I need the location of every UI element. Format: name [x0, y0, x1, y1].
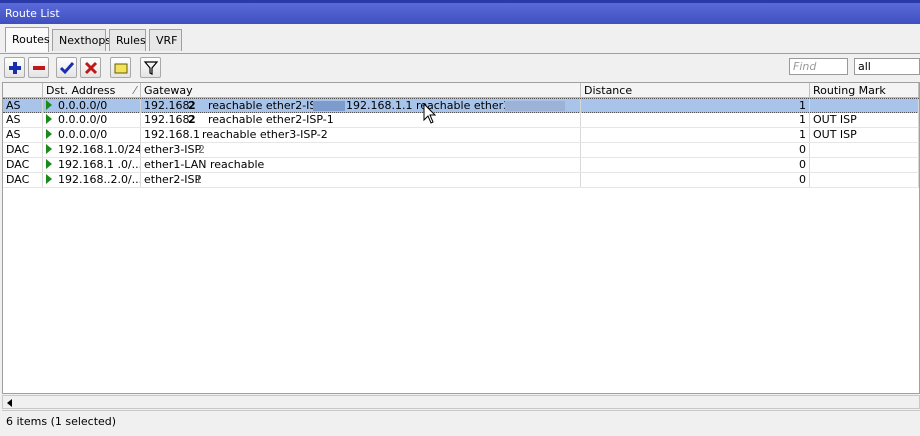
enable-button[interactable] [56, 57, 77, 78]
active-route-icon [46, 114, 52, 124]
horizontal-scrollbar[interactable] [2, 395, 920, 409]
status-bar: 6 items (1 selected) [2, 410, 920, 432]
comment-button[interactable] [110, 57, 131, 78]
active-route-icon [46, 129, 52, 139]
find-input[interactable] [789, 58, 848, 75]
scroll-left-icon[interactable] [7, 399, 12, 407]
row-gateway: 192.168. 2 reachable ether2-ISP 192.168.… [141, 99, 581, 113]
table-row[interactable]: DAC 192.168.1 .0/... ether1-LAN reachabl… [3, 158, 919, 173]
tab-vrf[interactable]: VRF [149, 29, 182, 51]
redacted-block [505, 101, 565, 111]
row-dst: 192.168.1 .0/... [43, 158, 141, 172]
col-dst-address[interactable]: Dst. Address ⁄ [43, 83, 141, 98]
row-routing-mark [810, 143, 919, 157]
row-flags: AS [3, 113, 43, 127]
row-distance: 0 [581, 173, 810, 187]
active-route-icon [46, 159, 52, 169]
row-dst: 192.168.1.0/24 [43, 143, 141, 157]
enable-icon [59, 62, 75, 75]
window-titlebar: Route List [0, 0, 920, 24]
active-route-icon [46, 100, 52, 110]
table-header: Dst. Address ⁄ Gateway Distance Routing M… [3, 83, 919, 98]
tab-nexthops[interactable]: Nexthops [52, 29, 111, 51]
row-dst: 0.0.0.0/0 [43, 113, 141, 127]
comment-icon [114, 63, 128, 74]
tab-rules[interactable]: Rules [109, 29, 146, 51]
row-gateway: 192.168.1 reachable ether3-ISP-2 [141, 128, 581, 142]
row-distance: 0 [581, 158, 810, 172]
row-routing-mark: OUT ISP [810, 113, 919, 127]
window-title: Route List [5, 7, 60, 20]
row-flags: AS [3, 99, 43, 113]
table-row[interactable]: AS 0.0.0.0/0 192.168. 2 reachable ether2… [3, 98, 919, 113]
table-row[interactable]: DAC 192.168..2.0/... ether2-ISP 1 0 [3, 173, 919, 188]
row-gateway: ether2-ISP 1 [141, 173, 581, 187]
row-gateway: ether1-LAN reachable [141, 158, 581, 172]
row-dst: 0.0.0.0/0 [43, 99, 141, 113]
status-text: 6 items (1 selected) [6, 415, 117, 428]
table-row[interactable]: AS 0.0.0.0/0 192.168. 2 reachable ether2… [3, 113, 919, 128]
add-button[interactable] [4, 57, 25, 78]
tab-routes[interactable]: Routes [5, 27, 50, 52]
mouse-cursor-icon [423, 103, 437, 124]
filter-button[interactable] [140, 57, 161, 78]
add-icon [9, 62, 21, 74]
disable-button[interactable] [80, 57, 101, 78]
row-flags: DAC [3, 143, 43, 157]
remove-icon [33, 66, 45, 70]
row-dst: 0.0.0.0/0 [43, 128, 141, 142]
table-row[interactable]: DAC 192.168.1.0/24 ether3-ISP 2 0 [3, 143, 919, 158]
table-row[interactable]: AS 0.0.0.0/0 192.168.1 reachable ether3-… [3, 128, 919, 143]
row-flags: AS [3, 128, 43, 142]
route-table: Dst. Address ⁄ Gateway Distance Routing M… [2, 82, 920, 394]
row-routing-mark [810, 173, 919, 187]
row-routing-mark [810, 99, 919, 113]
row-gateway: ether3-ISP 2 [141, 143, 581, 157]
redacted-block [313, 101, 345, 111]
row-flags: DAC [3, 173, 43, 187]
col-gateway[interactable]: Gateway [141, 83, 581, 98]
row-routing-mark [810, 158, 919, 172]
active-route-icon [46, 174, 52, 184]
row-routing-mark: OUT ISP [810, 128, 919, 142]
tab-bar: Routes Nexthops Rules VRF [0, 24, 920, 54]
row-distance: 1 [581, 113, 810, 127]
filter-select[interactable]: all [854, 58, 920, 75]
col-routing-mark[interactable]: Routing Mark [810, 83, 919, 98]
disable-icon [84, 61, 98, 75]
row-gateway: 192.168. 2 reachable ether2-ISP-1 [141, 113, 581, 127]
remove-button[interactable] [28, 57, 49, 78]
col-flags[interactable] [3, 83, 43, 98]
toolbar: all [0, 54, 920, 81]
row-dst: 192.168..2.0/... [43, 173, 141, 187]
filter-icon [143, 61, 159, 75]
active-route-icon [46, 144, 52, 154]
row-distance: 0 [581, 143, 810, 157]
col-distance[interactable]: Distance [581, 83, 810, 98]
row-distance: 1 [581, 99, 810, 113]
row-flags: DAC [3, 158, 43, 172]
row-distance: 1 [581, 128, 810, 142]
